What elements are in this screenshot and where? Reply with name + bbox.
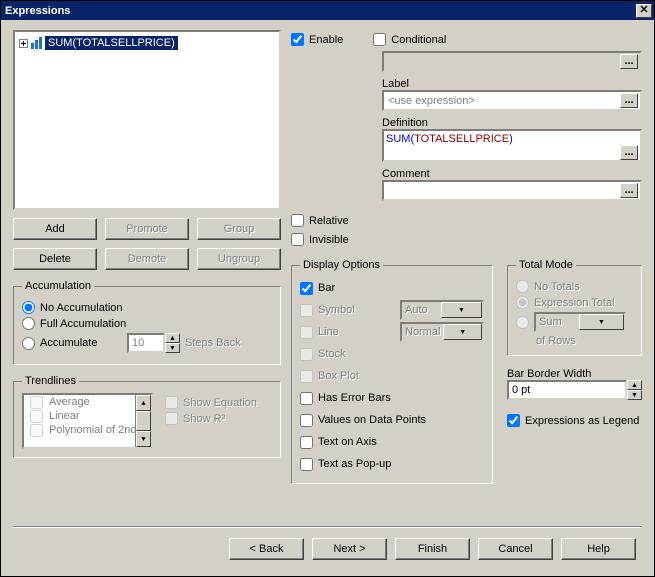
chevron-down-icon[interactable]: ▼ — [136, 431, 151, 447]
chevron-down-icon: ▼ — [441, 302, 482, 318]
radio-no-accumulation-input[interactable] — [22, 301, 35, 314]
titlebar: Expressions ✕ — [1, 1, 654, 20]
window-title: Expressions — [5, 5, 636, 17]
radio-no-totals: No Totals — [516, 280, 633, 293]
expressions-dialog: Expressions ✕ SUM(TOTALSELLPRICE) Add Pr… — [0, 0, 655, 577]
line-combo: Normal▼ — [400, 322, 484, 342]
chevron-down-icon[interactable]: ▼ — [627, 390, 642, 400]
conditional-field: ... — [382, 51, 642, 72]
total-mode-legend: Total Mode — [516, 259, 576, 271]
boxplot-checkbox: Box Plot — [300, 370, 359, 383]
scrollbar-thumb[interactable] — [136, 411, 151, 431]
comment-browse-button[interactable]: ... — [620, 183, 638, 198]
delete-button[interactable]: Delete — [13, 248, 97, 270]
client-area: SUM(TOTALSELLPRICE) Add Promote Group De… — [1, 20, 654, 576]
wizard-footer: < Back Next > Finish Cancel Help — [13, 528, 642, 570]
chevron-up-icon[interactable]: ▲ — [165, 333, 180, 343]
accumulation-legend: Accumulation — [22, 280, 94, 292]
values-on-datapoints-checkbox[interactable]: Values on Data Points — [300, 414, 426, 427]
error-bars-checkbox[interactable]: Has Error Bars — [300, 392, 391, 405]
tree-item-label: SUM(TOTALSELLPRICE) — [45, 36, 178, 50]
close-icon[interactable]: ✕ — [636, 4, 652, 18]
radio-accumulate-input[interactable] — [22, 337, 35, 350]
symbol-combo: Auto▼ — [400, 300, 484, 320]
add-button[interactable]: Add — [13, 218, 97, 240]
label-caption: Label — [382, 78, 642, 90]
bar-border-width-input[interactable]: 0 pt — [507, 380, 627, 400]
line-checkbox: Line — [300, 326, 390, 339]
finish-button[interactable]: Finish — [395, 538, 470, 560]
list-item[interactable]: Average — [24, 395, 151, 409]
expand-icon[interactable] — [19, 39, 28, 48]
conditional-browse-button[interactable]: ... — [620, 54, 638, 69]
bar-border-width-label: Bar Border Width — [507, 368, 642, 380]
back-button[interactable]: < Back — [229, 538, 304, 560]
display-options-group: Display Options Bar Symbol Auto▼ Line No… — [291, 259, 493, 484]
show-equation-checkbox: Show Equation — [165, 396, 257, 409]
definition-caption: Definition — [382, 117, 642, 129]
sum-combo: Sum▼ — [534, 312, 626, 332]
expression-tree[interactable]: SUM(TOTALSELLPRICE) — [13, 30, 281, 210]
radio-full-accumulation-input[interactable] — [22, 317, 35, 330]
radio-no-accumulation[interactable]: No Accumulation — [22, 301, 272, 314]
text-on-axis-checkbox[interactable]: Text on Axis — [300, 436, 377, 449]
demote-button: Demote — [105, 248, 189, 270]
chevron-down-icon: ▼ — [443, 324, 482, 340]
radio-accumulate-label: Accumulate — [40, 337, 122, 349]
definition-input[interactable]: SUM(TOTALSELLPRICE) — [386, 133, 618, 145]
invisible-checkbox[interactable]: Invisible — [291, 233, 642, 246]
radio-sum-input — [516, 316, 529, 329]
bar-border-width-field[interactable]: 0 pt ▲ ▼ — [507, 380, 642, 400]
comment-caption: Comment — [382, 168, 642, 180]
cancel-button[interactable]: Cancel — [478, 538, 553, 560]
chevron-down-icon[interactable]: ▼ — [165, 343, 180, 353]
label-field[interactable]: ... — [382, 90, 642, 111]
steps-spinner: ▲ ▼ — [127, 333, 180, 353]
show-r2-checkbox: Show R² — [165, 412, 257, 425]
comment-input[interactable] — [386, 182, 618, 199]
expressions-as-legend-checkbox[interactable]: Expressions as Legend — [507, 414, 642, 427]
relative-checkbox[interactable]: Relative — [291, 214, 642, 227]
trendlines-group: Trendlines Average Linear Polynomial of … — [13, 375, 281, 458]
chevron-up-icon[interactable]: ▲ — [627, 380, 642, 390]
symbol-checkbox: Symbol — [300, 304, 390, 317]
steps-back-label: Steps Back — [185, 337, 241, 349]
chevron-up-icon[interactable]: ▲ — [136, 395, 151, 411]
group-button: Group — [197, 218, 281, 240]
radio-full-accumulation[interactable]: Full Accumulation — [22, 317, 272, 330]
chevron-down-icon: ▼ — [579, 314, 624, 330]
radio-sum-row: Sum▼ — [516, 312, 633, 332]
scrollbar[interactable]: ▲ ▼ — [135, 395, 151, 447]
ungroup-button: Ungroup — [197, 248, 281, 270]
list-item[interactable]: Polynomial of 2nd d — [24, 423, 151, 437]
help-button[interactable]: Help — [561, 538, 636, 560]
stock-checkbox: Stock — [300, 348, 390, 361]
conditional-input — [386, 53, 618, 70]
display-options-legend: Display Options — [300, 259, 383, 271]
radio-accumulate-row: Accumulate ▲ ▼ Steps Back — [22, 333, 272, 353]
definition-field[interactable]: SUM(TOTALSELLPRICE) ... — [382, 129, 642, 162]
label-browse-button[interactable]: ... — [620, 93, 638, 108]
comment-field[interactable]: ... — [382, 180, 642, 201]
radio-expression-total: Expression Total — [516, 296, 633, 309]
trendlines-legend: Trendlines — [22, 375, 79, 387]
steps-input — [127, 333, 165, 353]
conditional-checkbox[interactable]: Conditional — [373, 33, 446, 46]
of-rows-label: of Rows — [536, 335, 633, 347]
text-as-popup-checkbox[interactable]: Text as Pop-up — [300, 458, 391, 471]
bar-chart-icon — [31, 37, 42, 49]
next-button[interactable]: Next > — [312, 538, 387, 560]
list-item[interactable]: Linear — [24, 409, 151, 423]
total-mode-group: Total Mode No Totals Expression Total Su… — [507, 259, 642, 356]
label-input[interactable] — [386, 92, 618, 109]
accumulation-group: Accumulation No Accumulation Full Accumu… — [13, 280, 281, 365]
promote-button: Promote — [105, 218, 189, 240]
bar-checkbox[interactable]: Bar — [300, 282, 390, 295]
trendlines-listbox[interactable]: Average Linear Polynomial of 2nd d ▲ ▼ — [22, 393, 153, 449]
definition-browse-button[interactable]: ... — [620, 145, 638, 160]
tree-item[interactable]: SUM(TOTALSELLPRICE) — [19, 36, 275, 50]
enable-checkbox[interactable]: Enable — [291, 33, 343, 46]
